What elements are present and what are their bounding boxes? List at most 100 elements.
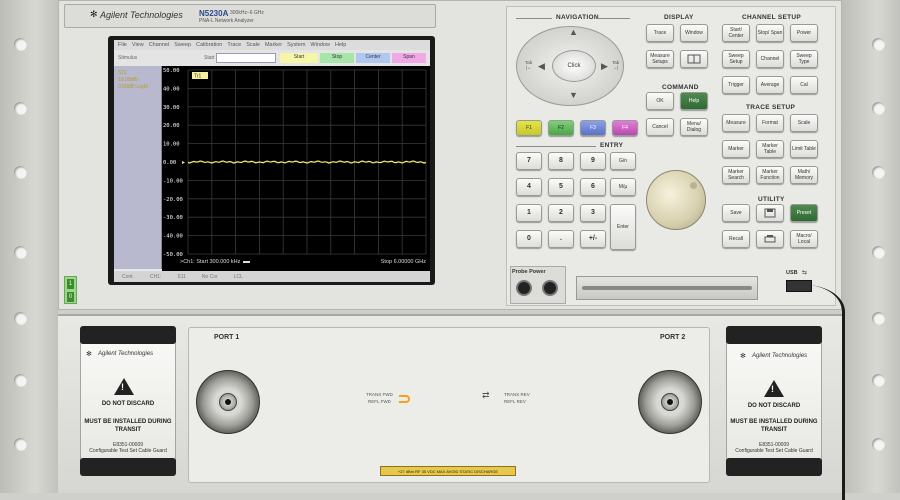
left-arrow-icon[interactable]: ◀ bbox=[538, 61, 545, 72]
f1-key[interactable]: F1 bbox=[516, 120, 542, 136]
display-key-blank[interactable] bbox=[680, 50, 708, 68]
menu-scale[interactable]: Scale bbox=[246, 42, 260, 48]
center-button[interactable]: Center bbox=[356, 53, 390, 63]
sweep-stop-status: Stop 6.00000 GHz bbox=[380, 259, 426, 265]
math-memory-key[interactable]: Math/ Memory bbox=[790, 166, 818, 184]
right-arrow-icon[interactable]: ▶ bbox=[601, 61, 608, 72]
port-2-label: PORT 2 bbox=[660, 334, 686, 341]
plot-svg: 50.00 40.00 30.00 20.00 10.00 0.00 -10.00 -20.0… bbox=[163, 68, 427, 258]
marker-function-key[interactable]: Marker Function bbox=[756, 166, 784, 184]
menu-file[interactable]: File bbox=[118, 42, 127, 48]
key-4[interactable]: 4 bbox=[516, 178, 542, 196]
start-button[interactable]: Start bbox=[280, 53, 318, 63]
marker-key[interactable]: Marker bbox=[722, 140, 750, 158]
up-arrow-icon[interactable]: ▲ bbox=[569, 27, 578, 37]
rotary-knob[interactable] bbox=[646, 170, 706, 230]
print-key[interactable] bbox=[756, 230, 784, 248]
format-key[interactable]: Format bbox=[756, 114, 784, 132]
key-8[interactable]: 8 bbox=[548, 152, 574, 170]
utility-key-blank[interactable] bbox=[756, 204, 784, 222]
key-3[interactable]: 3 bbox=[580, 204, 606, 222]
menu-dialog-key[interactable]: Menu/ Dialog bbox=[680, 118, 708, 136]
menu-marker[interactable]: Marker bbox=[265, 42, 282, 48]
measure-key[interactable]: Measure bbox=[722, 114, 750, 132]
macro-local-key[interactable]: Macro/ Local bbox=[790, 230, 818, 248]
average-key[interactable]: Average bbox=[756, 76, 784, 94]
y-tick-label: 50.00 bbox=[163, 68, 180, 74]
key-decimal[interactable]: . bbox=[548, 230, 574, 248]
measure-setups-key[interactable]: Measure Setups bbox=[646, 50, 674, 68]
limit-table-key[interactable]: Limit Table bbox=[790, 140, 818, 158]
ok-key[interactable]: OK bbox=[646, 92, 674, 110]
led-segment-on: 1 bbox=[67, 279, 74, 289]
rack-hole bbox=[14, 312, 27, 325]
trace-status-label[interactable]: S11 10.00dB/ 0.00dB LogM bbox=[118, 70, 160, 90]
section-divider bbox=[516, 18, 552, 19]
marker-table-key[interactable]: Marker Table bbox=[756, 140, 784, 158]
scale-key[interactable]: Scale bbox=[790, 114, 818, 132]
window-key[interactable]: Window bbox=[680, 24, 708, 42]
sweep-type-key[interactable]: Sweep Type bbox=[790, 50, 818, 68]
recall-key[interactable]: Recall bbox=[722, 230, 750, 248]
channel-key[interactable]: Channel bbox=[756, 50, 784, 68]
menu-trace[interactable]: Trace bbox=[227, 42, 241, 48]
port-1-pin bbox=[225, 399, 231, 405]
marker-search-key[interactable]: Marker Search bbox=[722, 166, 750, 184]
down-arrow-icon[interactable]: ▼ bbox=[569, 90, 578, 100]
menu-view[interactable]: View bbox=[132, 42, 144, 48]
refl-fwd-label: REFL FWD bbox=[368, 399, 391, 404]
menu-system[interactable]: System bbox=[287, 42, 305, 48]
f3-key[interactable]: F3 bbox=[580, 120, 606, 136]
stop-span-key[interactable]: Stop/ Span bbox=[756, 24, 784, 42]
f4-key[interactable]: F4 bbox=[612, 120, 638, 136]
status-bottom-bar: Cont. CH1: S11 No Cor LCL bbox=[114, 271, 430, 282]
plot-area[interactable]: 50.00 40.00 30.00 20.00 10.00 0.00 -10.00 -20.0… bbox=[162, 66, 430, 271]
tab-back-key[interactable]: Tab |← bbox=[525, 60, 532, 70]
help-key[interactable]: Help bbox=[680, 92, 708, 110]
agilent-spark-icon: ✻ bbox=[740, 353, 746, 360]
tab-forward-key[interactable]: Tab →| bbox=[612, 60, 619, 70]
mega-micro-key[interactable]: M/µ bbox=[610, 178, 636, 196]
key-7[interactable]: 7 bbox=[516, 152, 542, 170]
start-center-key[interactable]: Start/ Center bbox=[722, 24, 750, 42]
warning-exclamation: ! bbox=[121, 382, 124, 392]
click-button[interactable]: Click bbox=[552, 50, 596, 82]
menu-sweep[interactable]: Sweep bbox=[174, 42, 191, 48]
stop-button[interactable]: Stop bbox=[320, 53, 354, 63]
start-input[interactable] bbox=[216, 53, 276, 63]
probe-power-port-1[interactable] bbox=[516, 280, 532, 296]
trigger-key[interactable]: Trigger bbox=[722, 76, 750, 94]
key-1[interactable]: 1 bbox=[516, 204, 542, 222]
cancel-key[interactable]: Cancel bbox=[646, 118, 674, 136]
do-not-discard: DO NOT DISCARD bbox=[101, 401, 155, 407]
usb-icon: ⇆ bbox=[802, 270, 808, 276]
menu-calibration[interactable]: Calibration bbox=[196, 42, 222, 48]
port-2-pin bbox=[667, 399, 673, 405]
analyzer-display[interactable]: File View Channel Sweep Calibration Trace Scal… bbox=[114, 40, 430, 282]
key-9[interactable]: 9 bbox=[580, 152, 606, 170]
trace-key[interactable]: Trace bbox=[646, 24, 674, 42]
key-0[interactable]: 0 bbox=[516, 230, 542, 248]
trace-ref: 0.00dB LogM bbox=[118, 84, 148, 90]
menu-window[interactable]: Window bbox=[310, 42, 330, 48]
floppy-slot[interactable] bbox=[582, 286, 752, 290]
sweep-setup-key[interactable]: Sweep Setup bbox=[722, 50, 750, 68]
giga-nano-key[interactable]: G/n bbox=[610, 152, 636, 170]
span-button[interactable]: Span bbox=[392, 53, 426, 63]
power-key[interactable]: Power bbox=[790, 24, 818, 42]
enter-key[interactable]: Enter bbox=[610, 204, 636, 250]
f2-key[interactable]: F2 bbox=[548, 120, 574, 136]
key-5[interactable]: 5 bbox=[548, 178, 574, 196]
preset-key[interactable]: Preset bbox=[790, 204, 818, 222]
menu-help[interactable]: Help bbox=[335, 42, 346, 48]
status-field: No Cor bbox=[201, 273, 218, 280]
key-2[interactable]: 2 bbox=[548, 204, 574, 222]
cal-key[interactable]: Cal bbox=[790, 76, 818, 94]
key-plus-minus[interactable]: +/- bbox=[580, 230, 606, 248]
key-6[interactable]: 6 bbox=[580, 178, 606, 196]
save-key[interactable]: Save bbox=[722, 204, 750, 222]
refl-rev-label: REFL REV bbox=[504, 399, 526, 404]
menu-channel[interactable]: Channel bbox=[149, 42, 170, 48]
probe-power-port-2[interactable] bbox=[542, 280, 558, 296]
command-title: COMMAND bbox=[662, 84, 699, 91]
